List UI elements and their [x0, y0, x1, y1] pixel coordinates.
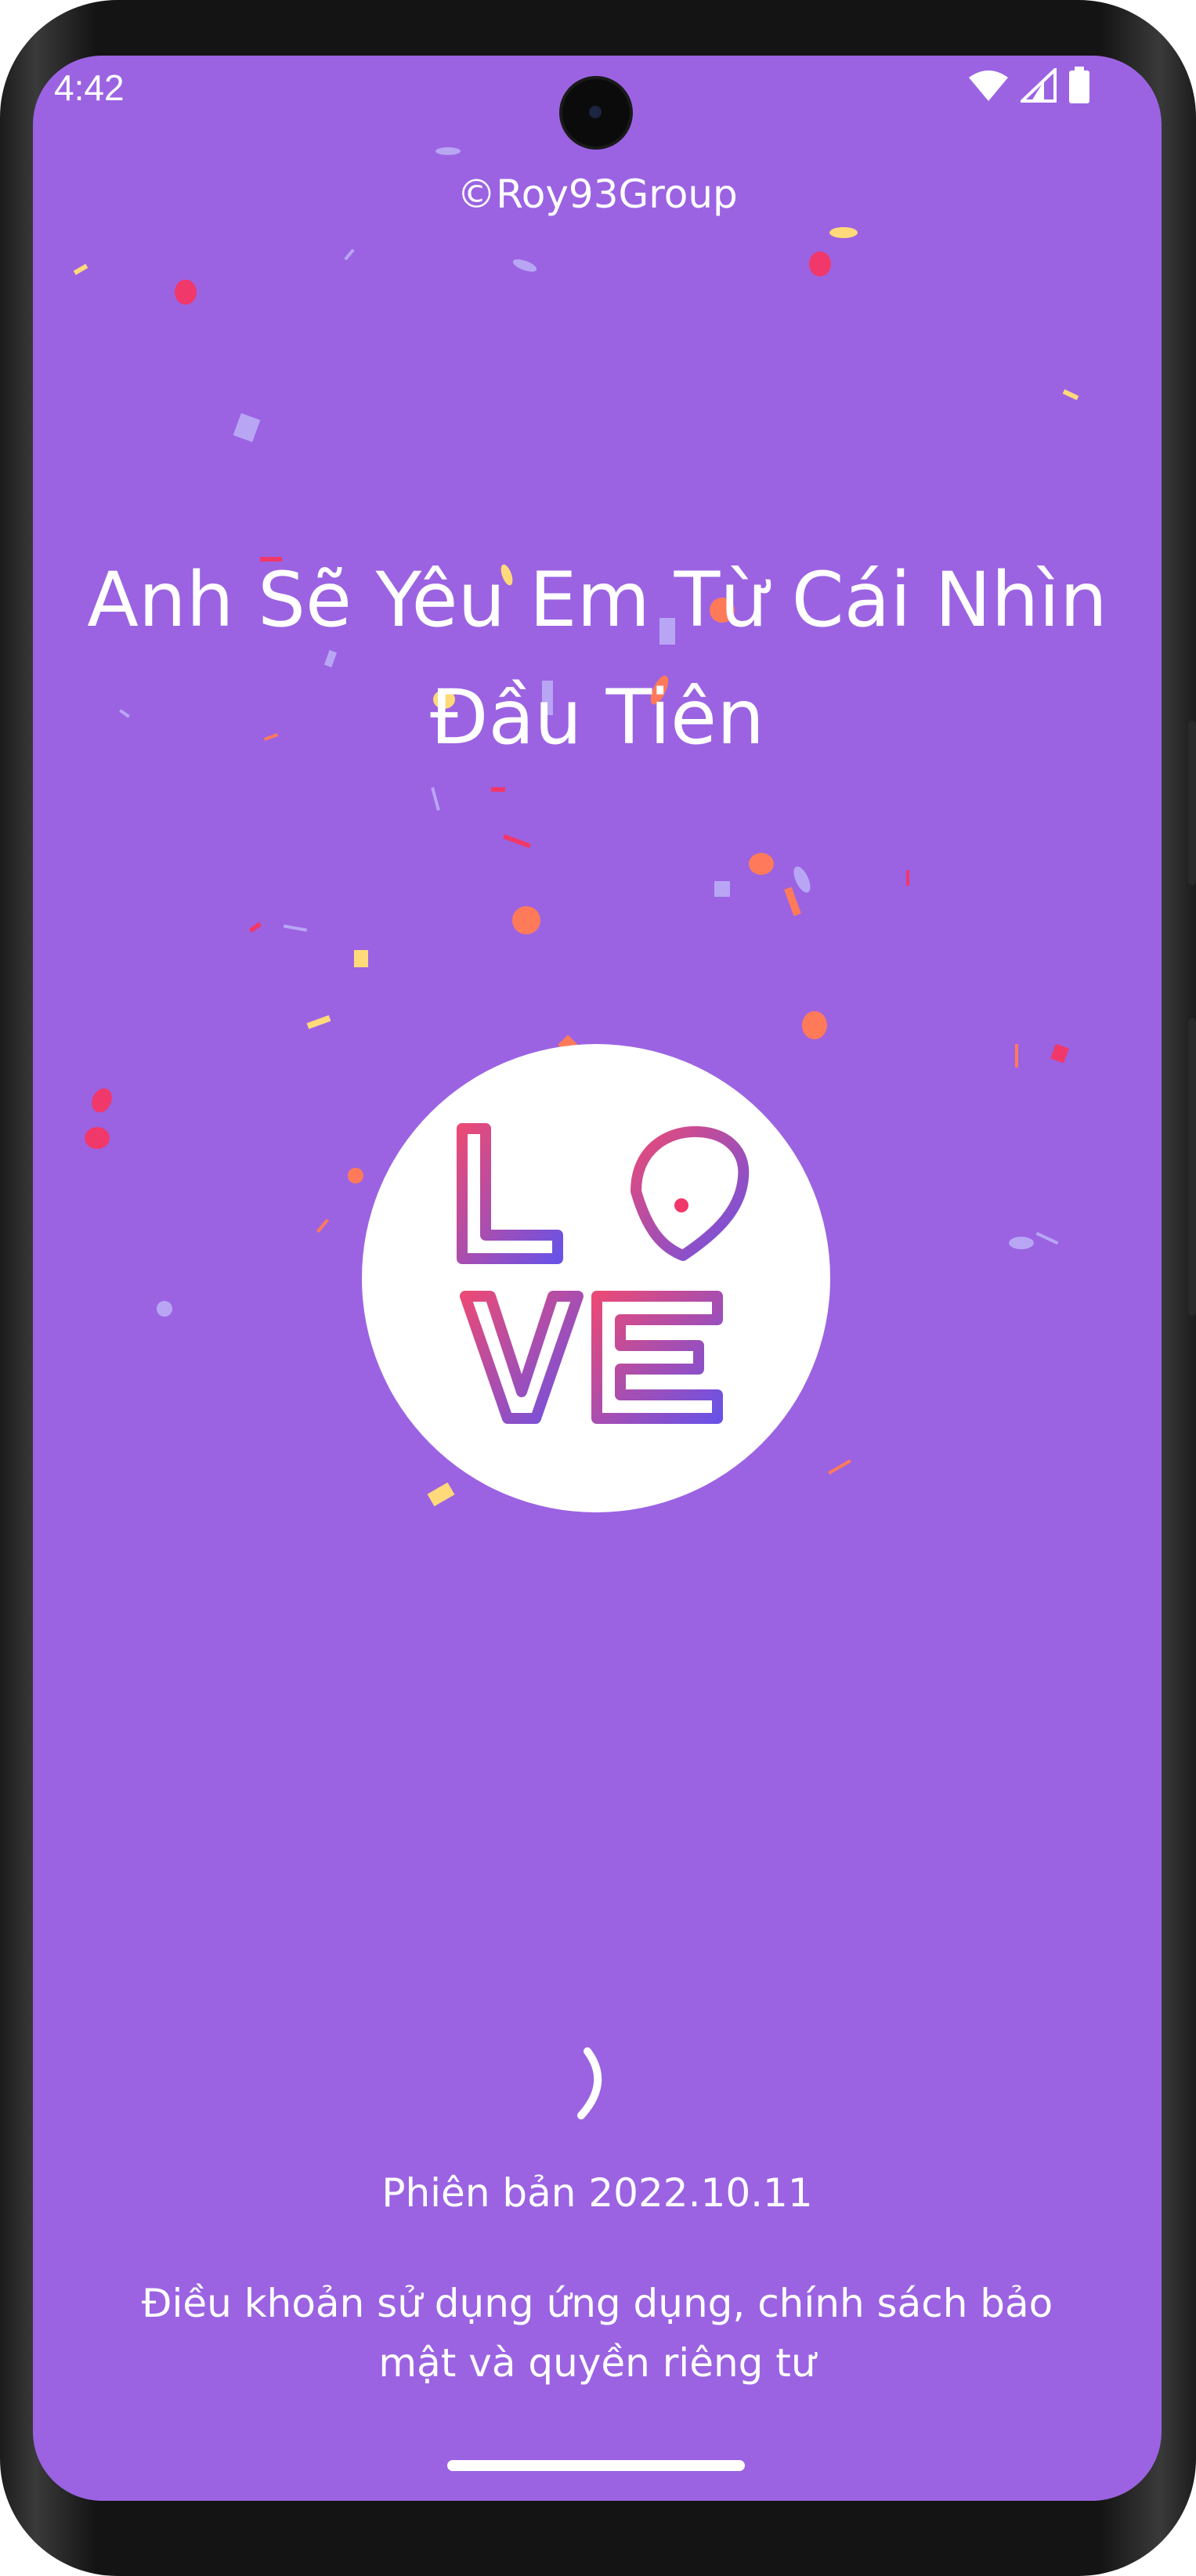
terms-privacy-link[interactable]: Điều khoản sử dụng ứng dụng, chính sách … — [111, 2274, 1083, 2393]
loading-spinner — [577, 2047, 602, 2119]
love-logo-mark — [457, 1123, 750, 1424]
copyright-text: ©Roy93Group — [457, 172, 738, 217]
status-bar: 4:42 — [33, 56, 1162, 146]
version-text: Phiên bản 2022.10.11 — [381, 2170, 813, 2216]
wifi-icon — [969, 70, 1008, 101]
volume-button — [1188, 1018, 1196, 1316]
app-screen: 4:42 ©Roy93Group Anh Sẽ Yêu Em Từ Cái Nh… — [33, 56, 1162, 2501]
status-icons — [967, 67, 1091, 104]
app-title: Anh Sẽ Yêu Em Từ Cái Nhìn Đầu Tiên — [87, 556, 1107, 761]
battery-icon — [1069, 67, 1089, 103]
power-button — [1188, 721, 1196, 885]
status-time: 4:42 — [54, 67, 125, 108]
home-indicator[interactable] — [447, 2460, 745, 2471]
front-camera — [562, 79, 630, 146]
cellular-signal-icon — [1021, 68, 1057, 103]
love-logo — [362, 1044, 830, 1512]
